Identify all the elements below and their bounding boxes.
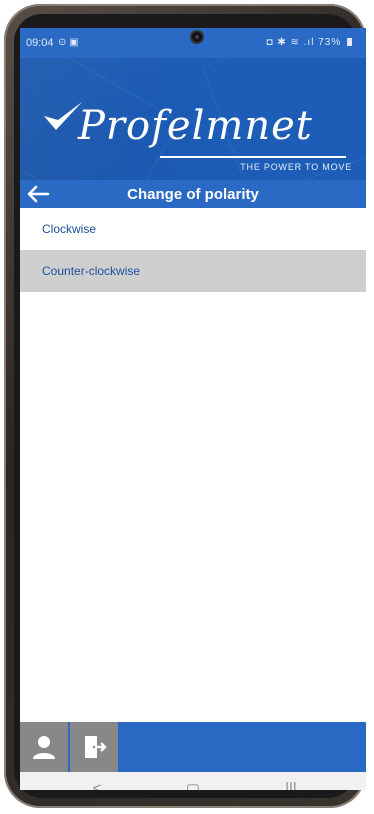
app-screen: 09:04 ⊙ ▣ ◘ ✱ ≋ .ıl 73% Profelmnet THE P…: [20, 28, 366, 790]
nav-recents-button[interactable]: |||: [276, 780, 306, 790]
logo-underline: [160, 156, 346, 158]
nav-back-button[interactable]: <: [82, 780, 112, 790]
page-title: Change of polarity: [127, 186, 259, 203]
front-camera: [190, 30, 204, 44]
brand-tagline: THE POWER TO MOVE: [240, 162, 352, 172]
status-signal-icons: ◘ ✱ ≋ .ıl: [266, 37, 315, 48]
system-nav-bar: < ▢ |||: [20, 772, 366, 790]
nav-home-button[interactable]: ▢: [178, 780, 208, 790]
polarity-options-list: Clockwise Counter-clockwise: [20, 208, 366, 292]
status-right-icons: ◘ ✱ ≋ .ıl 73%: [266, 37, 352, 48]
exit-door-icon: [85, 736, 107, 758]
status-time: 09:04: [26, 37, 54, 49]
brand-logo: Profelmnet: [78, 103, 313, 149]
user-icon: [33, 736, 55, 759]
title-bar: Change of polarity: [20, 180, 366, 208]
option-clockwise[interactable]: Clockwise: [20, 208, 366, 250]
status-left-icons: ⊙ ▣: [58, 37, 79, 48]
brand-banner: Profelmnet THE POWER TO MOVE: [20, 58, 366, 180]
exit-button[interactable]: [70, 722, 118, 772]
user-button[interactable]: [20, 722, 68, 772]
battery-level: 73%: [318, 37, 342, 48]
bottom-bar: [20, 722, 366, 772]
battery-icon: [347, 38, 352, 47]
option-counter-clockwise[interactable]: Counter-clockwise: [20, 250, 366, 292]
